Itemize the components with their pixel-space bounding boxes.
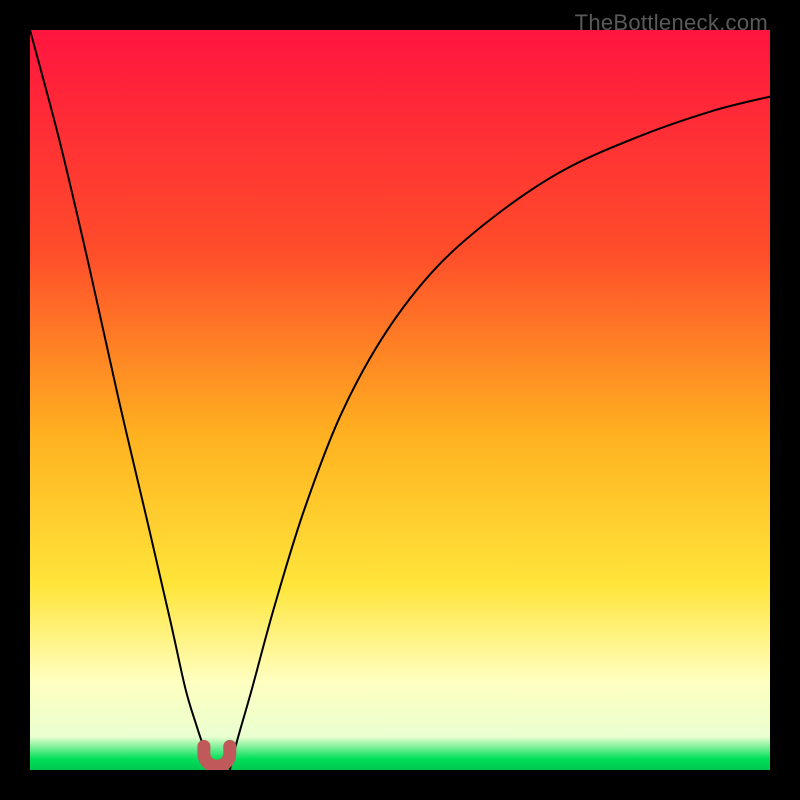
- chart-frame: TheBottleneck.com: [0, 0, 800, 800]
- chart-svg: [30, 30, 770, 770]
- plot-area: [30, 30, 770, 770]
- gradient-background: [30, 30, 770, 770]
